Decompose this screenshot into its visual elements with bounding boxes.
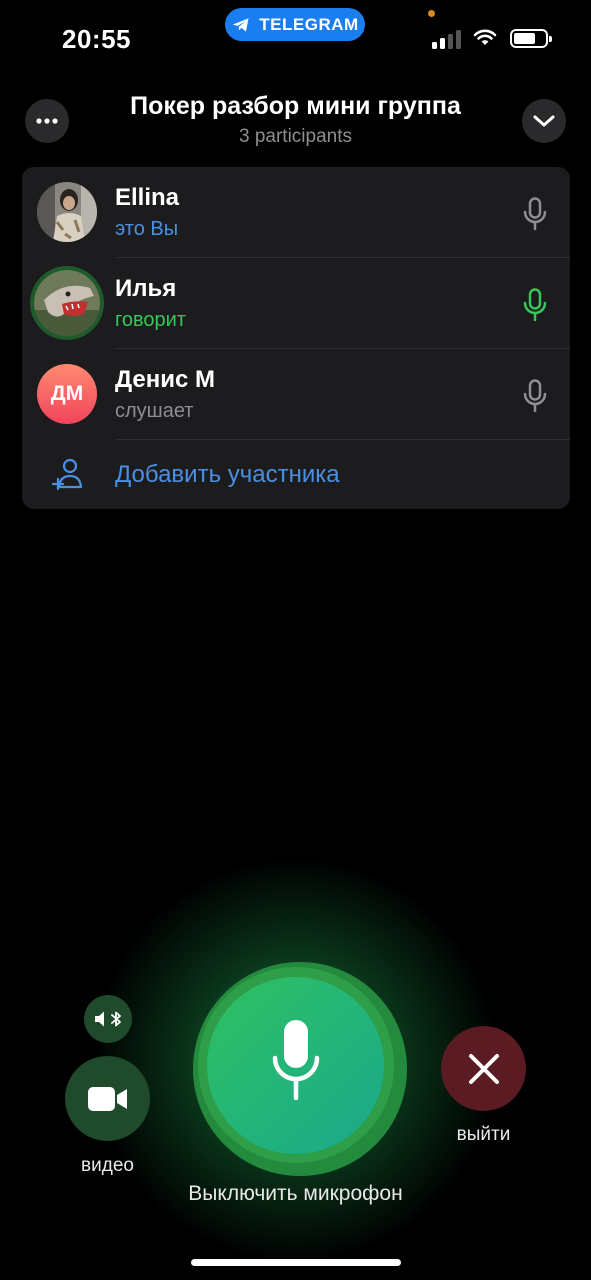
avatar-ellina (37, 182, 97, 242)
participant-row-ellina[interactable]: Ellina это Вы (22, 167, 570, 258)
add-participant-label: Добавить участника (115, 461, 340, 488)
wifi-icon (473, 29, 497, 45)
microphone-icon (272, 1019, 319, 1100)
microphone-icon[interactable] (522, 197, 548, 231)
participant-name: Денис М (115, 366, 215, 393)
camera-indicator-dot (428, 10, 435, 17)
video-label: видео (81, 1155, 134, 1176)
video-camera-icon (87, 1086, 127, 1111)
avatar-ilya (30, 266, 104, 340)
avatar-denis: ДМ (37, 364, 97, 424)
add-user-icon (51, 458, 83, 491)
chevron-down-icon (533, 115, 555, 127)
participant-status: это Вы (115, 218, 179, 240)
call-title: Покер разбор мини группа (130, 92, 461, 120)
participant-status: слушает (115, 400, 194, 422)
participant-name: Илья (115, 275, 177, 302)
audio-output-button[interactable] (84, 995, 132, 1043)
add-participant-button[interactable]: Добавить участника (22, 440, 570, 509)
participants-count: 3 participants (238, 126, 352, 147)
collapse-call-button[interactable] (522, 99, 566, 143)
participant-status: говорит (115, 309, 186, 331)
leave-label: выйти (456, 1124, 511, 1145)
participant-name: Ellina (115, 184, 180, 211)
telegram-plane-icon (232, 17, 249, 32)
telegram-call-pill[interactable]: TELEGRAM (225, 8, 365, 41)
home-indicator[interactable] (191, 1259, 401, 1266)
avatar-initials: ДМ (50, 382, 84, 405)
participant-row-denis[interactable]: ДМ Денис М слушает (22, 349, 570, 440)
microphone-icon[interactable] (522, 288, 548, 322)
microphone-icon[interactable] (522, 379, 548, 413)
status-time: 20:55 (62, 24, 131, 54)
speaker-bluetooth-icon (95, 1011, 121, 1027)
telegram-pill-label: TELEGRAM (259, 14, 359, 34)
video-toggle-button[interactable] (65, 1056, 150, 1141)
close-icon (468, 1053, 499, 1084)
participants-list: Ellina это Вы Илья говорит ДМ Денис М сл… (22, 167, 570, 509)
leave-call-button[interactable] (441, 1026, 526, 1111)
mute-microphone-label: Выключить микрофон (188, 1182, 403, 1205)
participant-row-ilya[interactable]: Илья говорит (22, 258, 570, 349)
mute-microphone-button[interactable] (207, 977, 384, 1154)
cellular-signal-icon (432, 29, 461, 49)
battery-icon (510, 29, 552, 48)
